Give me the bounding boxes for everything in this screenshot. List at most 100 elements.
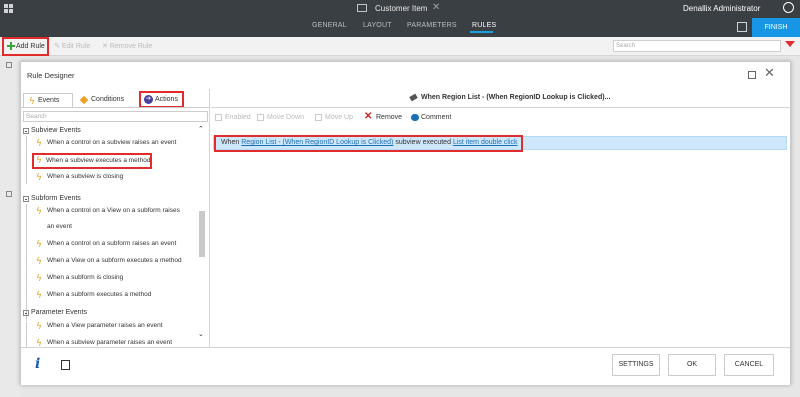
tab-general[interactable]: GENERAL (312, 22, 347, 29)
tab-rules[interactable]: RULES (472, 22, 496, 29)
lightning-icon (36, 272, 42, 287)
move-down-icon (257, 114, 264, 121)
lightning-icon (36, 255, 42, 270)
events-search-input[interactable]: Search (23, 111, 208, 122)
tabs-divider (21, 107, 210, 108)
left-panel: Events Conditions ➔ Actions Search Subvi… (21, 89, 210, 347)
rules-search-input[interactable]: Search (613, 40, 781, 52)
list-item[interactable]: When a control on a subview raises an ev… (33, 135, 177, 152)
chevron-down-icon[interactable]: ⌄ (198, 330, 204, 338)
top-bar: Customer Item ✕ Denallix Administrator G… (0, 0, 800, 37)
app-grid-icon[interactable] (4, 4, 14, 14)
move-up-button[interactable]: Move Up (315, 114, 353, 121)
rule-text: When Region List - (When RegionID Lookup… (221, 139, 518, 146)
close-icon[interactable]: ✕ (764, 65, 775, 81)
save-icon[interactable] (737, 22, 747, 32)
info-icon[interactable]: i (35, 356, 40, 372)
rules-background (0, 56, 20, 397)
collapse-icon[interactable] (23, 310, 29, 316)
rule-header-title: When Region List - (When RegionID Lookup… (421, 94, 611, 101)
panel-icon[interactable] (61, 360, 70, 370)
comment-icon (411, 114, 419, 121)
list-item[interactable]: When a subview is closing (33, 169, 124, 186)
move-down-label: Move Down (267, 114, 304, 121)
tab-conditions[interactable]: Conditions (77, 93, 135, 107)
lightning-icon (36, 155, 42, 167)
form-icon (357, 4, 367, 12)
lightning-icon (29, 95, 35, 109)
list-item[interactable]: When a subform is closing (33, 270, 124, 287)
lightning-icon (36, 205, 42, 220)
gavel-icon (409, 93, 418, 102)
user-name[interactable]: Denallix Administrator (683, 4, 760, 13)
comment-button[interactable]: Comment (411, 114, 451, 121)
group-subview-events[interactable]: Subview Events (21, 127, 81, 134)
close-item-icon[interactable]: ✕ (432, 2, 440, 13)
item-label: When a subform is closing (47, 274, 124, 281)
group-label: Parameter Events (31, 309, 88, 316)
rule-link-subview[interactable]: Region List - (When RegionID Lookup is C… (241, 139, 393, 146)
maximize-icon[interactable] (748, 71, 756, 79)
tab-parameters[interactable]: PARAMETERS (407, 22, 457, 29)
condition-icon (79, 95, 89, 105)
lightning-icon (36, 137, 42, 152)
add-rule-button[interactable]: Add Rule (2, 37, 49, 56)
edit-rule-button[interactable]: ✎ Edit Rule (54, 42, 90, 50)
item-label: When a control on a subview raises an ev… (47, 139, 177, 146)
expand-icon[interactable] (6, 62, 12, 68)
list-item[interactable]: When a control on a View on a subform ra… (33, 203, 180, 220)
list-item[interactable]: When a control on a subform raises an ev… (33, 236, 176, 253)
tab-conditions-label: Conditions (91, 96, 125, 103)
list-item-continuation[interactable]: an event (33, 219, 72, 234)
user-icon[interactable] (783, 2, 794, 13)
remove-icon: ✕ (364, 111, 373, 122)
collapse-icon[interactable] (23, 128, 29, 134)
remove-label: Remove (376, 114, 403, 121)
list-item-selected[interactable]: When a subview executes a method (32, 153, 153, 169)
add-rule-label: Add Rule (16, 43, 45, 50)
enabled-checkbox[interactable]: Enabled (215, 114, 251, 121)
list-item[interactable]: When a subform executes a method (33, 287, 151, 304)
move-down-button[interactable]: Move Down (257, 114, 304, 121)
comment-label: Comment (421, 114, 452, 121)
rule-middle: subview executed (395, 139, 451, 146)
rule-link-method[interactable]: List item double click (453, 139, 518, 146)
scrollbar-thumb[interactable] (199, 211, 205, 257)
remove-button[interactable]: ✕ Remove (364, 111, 403, 122)
chevron-up-icon[interactable]: ⌃ (198, 125, 204, 133)
tab-layout[interactable]: LAYOUT (363, 22, 392, 29)
tree-line (26, 322, 27, 347)
expand-icon[interactable] (6, 191, 12, 197)
list-item[interactable]: When a View parameter raises an event (33, 318, 163, 335)
cancel-button[interactable]: CANCEL (724, 354, 774, 376)
window-title: Customer Item (375, 4, 428, 13)
finish-button[interactable]: FINISH (752, 18, 800, 37)
tab-events[interactable]: Events (23, 93, 73, 109)
ok-button[interactable]: OK (668, 354, 716, 376)
item-label: When a View on a subform executes a meth… (47, 257, 182, 264)
arrow-right-icon: ➔ (144, 95, 153, 104)
filter-icon[interactable] (785, 41, 795, 47)
right-panel: When Region List - (When RegionID Lookup… (211, 89, 791, 347)
group-parameter-events[interactable]: Parameter Events (21, 309, 87, 316)
collapse-icon[interactable] (23, 196, 29, 202)
group-subform-events[interactable]: Subform Events (21, 195, 81, 202)
tab-events-label: Events (38, 97, 60, 104)
item-label: When a control on a View on a subform ra… (47, 207, 180, 214)
remove-rule-button[interactable]: ✕ Remove Rule (102, 42, 152, 50)
tab-actions[interactable]: ➔ Actions (139, 91, 184, 108)
item-label: When a subview is closing (47, 173, 124, 180)
dialog-footer: i SETTINGS OK CANCEL (21, 347, 790, 385)
lightning-icon (36, 238, 42, 253)
list-item[interactable]: When a subview parameter raises an event (33, 335, 172, 347)
rule-toolbar: Enabled Move Down Move Up ✕ Remove Comme… (211, 109, 791, 127)
tree-scrollbar[interactable]: ⌃ ⌄ (198, 125, 206, 347)
tree-line (26, 204, 27, 321)
settings-button[interactable]: SETTINGS (612, 354, 660, 376)
rule-designer-dialog: Rule Designer ✕ Events Conditions ➔ Acti… (20, 61, 791, 385)
item-label: When a View parameter raises an event (47, 322, 163, 329)
move-up-label: Move Up (325, 114, 354, 121)
active-tab-underline (470, 31, 493, 33)
events-tree: Subview Events When a control on a subvi… (21, 125, 197, 347)
list-item[interactable]: When a View on a subform executes a meth… (33, 253, 182, 270)
